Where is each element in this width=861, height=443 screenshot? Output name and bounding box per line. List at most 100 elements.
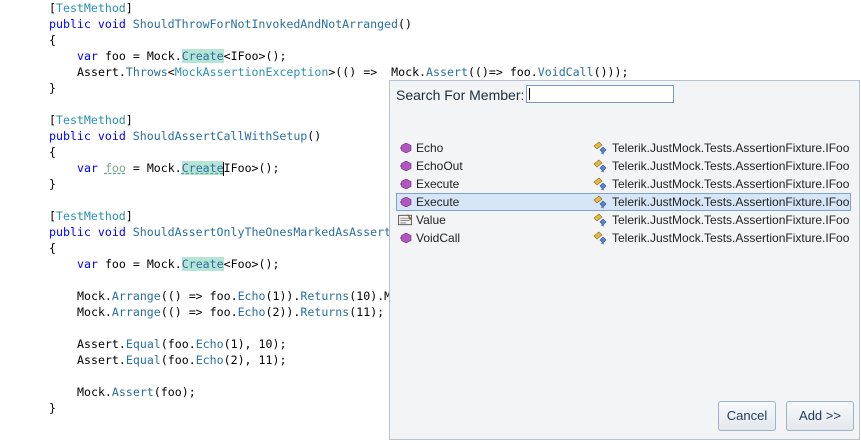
code-line: var foo = Mock.CreateIFoo>(); [77,160,279,176]
code-text: >(() => Mock. [328,65,427,79]
attribute-name: TestMethod [55,113,126,127]
method-name: ShouldThrowForNotInvokedAndNotArranged [132,17,399,31]
keyword: var [77,161,98,175]
code-line: var foo = Mock.Create<Foo>(); [77,256,279,272]
method-name: Equal [125,353,161,367]
list-item[interactable]: Execute Telerik.JustMock.Tests.Assertion… [396,175,851,193]
code-text: Assert. [77,65,126,79]
code-line: Mock.Arrange(() => foo.Echo(1)).Returns(… [77,288,391,304]
method-name: Throws [125,65,168,79]
code-line: } [49,401,56,415]
method-icon [400,143,412,153]
method-name: Equal [125,337,161,351]
code-line: Assert.Equal(foo.Echo(2), 11); [77,352,286,368]
code-text: (foo); [153,385,196,399]
interface-icon [593,177,607,191]
method-name: Assert [111,385,154,399]
method-icon [400,233,412,243]
text-caret [529,88,530,100]
member-type: Telerik.JustMock.Tests.AssertionFixture.… [612,213,850,227]
interface-icon [593,195,607,209]
list-item[interactable]: Echo Telerik.JustMock.Tests.AssertionFix… [396,139,851,157]
method-name: Returns [300,289,350,303]
keyword: public [49,129,91,143]
code-text: (() => foo. [160,305,238,319]
code-line: public void ShouldAssertCallWithSetup() [49,129,322,143]
code-line: var foo = Mock.Create<IFoo>(); [77,48,286,64]
member-name: Echo [416,141,444,155]
member-name: EchoOut [416,159,463,173]
member-name: Value [416,213,446,227]
member-type: Telerik.JustMock.Tests.AssertionFixture.… [612,195,850,209]
interface-icon [593,159,607,173]
list-item-selected[interactable]: Execute Telerik.JustMock.Tests.Assertion… [396,193,851,211]
interface-icon [593,231,607,245]
create-highlight: Create [181,257,224,271]
method-name: Echo [237,305,266,319]
keyword: void [97,17,126,31]
code-text: <IFoo>(); [223,49,287,63]
method-icon [400,161,412,171]
code-text: (foo. [160,353,196,367]
attribute-name: TestMethod [55,1,126,15]
code-text: (2), 11); [223,353,287,367]
method-name: VoidCall [537,65,594,79]
method-name: Echo [195,353,224,367]
code-text: = Mock. [125,257,182,271]
keyword: void [97,225,126,239]
list-item[interactable]: VoidCall Telerik.JustMock.Tests.Assertio… [396,229,851,247]
list-item[interactable]: EchoOut Telerik.JustMock.Tests.Assertion… [396,157,851,175]
code-line: { [49,241,56,255]
method-name: Echo [195,337,224,351]
identifier: foo [104,257,126,271]
member-type: Telerik.JustMock.Tests.AssertionFixture.… [612,177,850,191]
code-text: (1)). [265,289,301,303]
code-line: Mock.Arrange(() => foo.Echo(2)).Returns(… [77,304,384,320]
method-name: Assert [426,65,468,79]
method-name: Returns [300,305,350,319]
method-name: Arrange [111,289,161,303]
member-type: Telerik.JustMock.Tests.AssertionFixture.… [612,141,850,155]
keyword: public [49,17,91,31]
identifier: foo [104,161,126,175]
code-text: Mock. [77,385,112,399]
keyword: void [97,129,126,143]
code-text: = Mock. [125,161,182,175]
member-type: Telerik.JustMock.Tests.AssertionFixture.… [612,159,850,173]
keyword: public [49,225,91,239]
method-name: Arrange [111,305,161,319]
member-list[interactable]: Echo Telerik.JustMock.Tests.AssertionFix… [396,139,854,443]
code-text: (2)). [265,305,301,319]
member-name: VoidCall [416,231,461,245]
list-item[interactable]: Value Telerik.JustMock.Tests.AssertionFi… [396,211,851,229]
code-line: [TestMethod] [49,209,133,223]
member-name: Execute [416,195,460,209]
method-icon [400,197,412,207]
code-line: Assert.Equal(foo.Echo(1), 10); [77,336,286,352]
code-line: { [49,33,56,47]
code-text: IFoo>(); [223,161,280,175]
code-line: public void ShouldAssertOnlyTheOnesMarke… [49,224,391,240]
keyword: var [77,257,98,271]
code-line: [TestMethod] [49,1,133,15]
code-text: ())); [593,65,629,79]
member-type: Telerik.JustMock.Tests.AssertionFixture.… [612,231,850,245]
add-button[interactable]: Add >> [786,401,854,431]
cancel-button[interactable]: Cancel [718,401,776,431]
code-line: Mock.Assert(foo); [77,384,196,400]
property-icon [398,214,412,226]
code-text: (10).M [349,289,392,303]
code-line: } [49,81,56,95]
search-input[interactable] [526,85,674,103]
code-line: public void ShouldThrowForNotInvokedAndN… [49,17,412,31]
member-search-popup: Search For Member: Echo Telerik.JustMock… [389,80,860,440]
method-name: ShouldAssertOnlyTheOnesMarkedAsAssert [132,225,392,239]
code-text: (foo. [160,337,196,351]
code-line: [TestMethod] [49,113,133,127]
code-line: } [49,177,56,191]
code-text: (() => foo. [160,289,238,303]
identifier: foo [104,49,126,63]
method-icon [400,179,412,189]
code-text: (()=> foo. [467,65,538,79]
code-text: Assert. [77,337,126,351]
